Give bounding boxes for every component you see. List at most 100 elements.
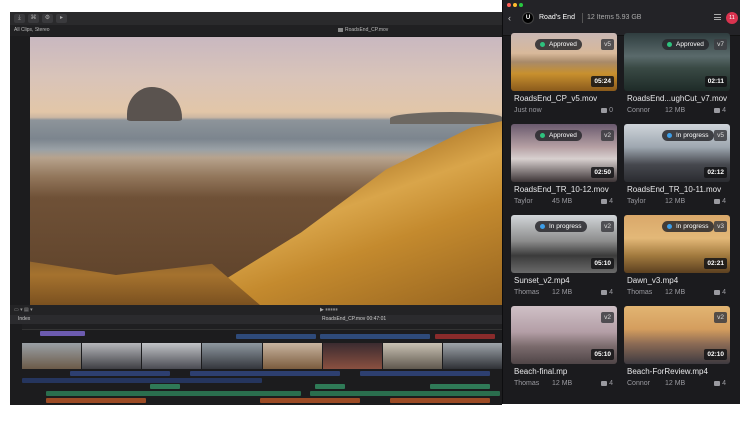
audio-clip-orange-2[interactable] <box>260 398 360 403</box>
asset-card[interactable]: In progress v3 02:21 Dawn_v3.mp4 Thomas 12 MB… <box>624 215 730 303</box>
asset-thumbnail[interactable]: In progress v3 02:21 <box>624 215 730 273</box>
primary-storyline[interactable] <box>22 343 502 369</box>
timeline-ruler[interactable] <box>22 324 502 330</box>
comment-count[interactable]: 4 <box>601 380 613 387</box>
audio-clip-blue-2[interactable] <box>190 371 340 376</box>
sea-rock-shape <box>127 87 182 121</box>
comment-count-value: 4 <box>609 198 613 205</box>
status-dot-icon <box>667 224 672 229</box>
list-menu-icon[interactable] <box>714 14 721 20</box>
storyline-clip[interactable] <box>442 343 502 369</box>
storyline-clip[interactable] <box>382 343 442 369</box>
comment-count[interactable]: 0 <box>601 107 613 114</box>
asset-thumbnail[interactable]: In progress v2 05:10 <box>511 215 617 273</box>
asset-thumbnail[interactable]: Approved v7 02:11 <box>624 33 730 91</box>
version-badge[interactable]: v2 <box>601 312 614 323</box>
comment-count[interactable]: 4 <box>601 198 613 205</box>
asset-thumbnail[interactable]: v2 02:10 <box>624 306 730 364</box>
comment-count[interactable]: 4 <box>601 289 613 296</box>
comment-count-value: 4 <box>722 198 726 205</box>
asset-card[interactable]: Approved v7 02:11 RoadsEnd...ughCut_v7.mov C… <box>624 33 730 121</box>
duration-label: 02:10 <box>704 349 727 360</box>
play-icon[interactable]: ▸ <box>56 14 67 23</box>
zoom-window-dot[interactable] <box>519 3 523 7</box>
storyline-clip[interactable] <box>262 343 322 369</box>
comment-icon <box>601 107 608 113</box>
avatar[interactable]: 11 <box>726 12 738 24</box>
audio-clip-blue-4[interactable] <box>22 378 262 383</box>
asset-thumbnail[interactable]: In progress v5 02:12 <box>624 124 730 182</box>
audio-clip-blue-3[interactable] <box>360 371 490 376</box>
close-window-dot[interactable] <box>507 3 511 7</box>
review-panel: ‹ U Road's End 12 Items 5.93 GB 11 Appro… <box>502 0 740 404</box>
comment-icon <box>601 198 608 204</box>
asset-card[interactable]: In progress v2 05:10 Sunset_v2.mp4 Thomas 12 … <box>511 215 617 303</box>
status-badge[interactable]: Approved <box>662 39 709 50</box>
audio-clip-orange[interactable] <box>46 398 146 403</box>
asset-size: 12 MB <box>665 198 686 205</box>
import-icon[interactable]: ⤓ <box>14 14 25 23</box>
settings-icon[interactable]: ⚙ <box>42 14 53 23</box>
view-options-icon[interactable]: ▭ ▾ ▤ ▾ <box>14 307 33 313</box>
timeline-index-tab[interactable]: Index <box>18 316 30 322</box>
version-badge[interactable]: v2 <box>714 312 727 323</box>
audio-clip-green-3[interactable] <box>430 384 490 389</box>
comment-count[interactable]: 4 <box>714 198 726 205</box>
distant-rocks-shape <box>390 112 502 124</box>
asset-card[interactable]: v2 05:10 Beach-final.mp Thomas 12 MB 4 <box>511 306 617 394</box>
audio-clip-orange-3[interactable] <box>390 398 490 403</box>
storyline-clip[interactable] <box>22 343 82 369</box>
asset-owner: Connor <box>627 107 650 114</box>
asset-size: 45 MB <box>552 198 573 205</box>
asset-card[interactable]: In progress v5 02:12 RoadsEnd_TR_10-11.mov T… <box>624 124 730 212</box>
status-badge[interactable]: In progress <box>662 130 714 141</box>
status-badge[interactable]: Approved <box>535 39 582 50</box>
comment-count[interactable]: 4 <box>714 107 726 114</box>
panel-header: ‹ U Road's End 12 Items 5.93 GB 11 <box>503 0 740 36</box>
audio-clip-green-2[interactable] <box>315 384 345 389</box>
comment-count[interactable]: 4 <box>714 289 726 296</box>
asset-thumbnail[interactable]: v2 05:10 <box>511 306 617 364</box>
status-badge[interactable]: Approved <box>535 130 582 141</box>
storyline-clip[interactable] <box>82 343 142 369</box>
version-badge[interactable]: v3 <box>714 221 727 232</box>
asset-card[interactable]: v2 02:10 Beach-ForReview.mp4 Connor 12 MB 4 <box>624 306 730 394</box>
storyline-clip[interactable] <box>322 343 382 369</box>
comment-count[interactable]: 4 <box>714 380 726 387</box>
comment-count-value: 4 <box>609 289 613 296</box>
audio-clip-green[interactable] <box>150 384 180 389</box>
status-dot-icon <box>540 42 545 47</box>
asset-thumbnail[interactable]: Approved v5 05:24 <box>511 33 617 91</box>
comment-count-value: 4 <box>722 380 726 387</box>
title-clip[interactable] <box>40 331 85 336</box>
storyline-clip[interactable] <box>202 343 262 369</box>
storyline-clip[interactable] <box>142 343 202 369</box>
asset-owner: Thomas <box>627 289 653 296</box>
duration-label: 02:50 <box>591 167 614 178</box>
connected-clip-red[interactable] <box>435 334 495 339</box>
viewer-file-name: RoadsEnd_CP.mov <box>345 27 389 33</box>
audio-clip-green-4[interactable] <box>46 391 301 396</box>
minimize-window-dot[interactable] <box>513 3 517 7</box>
keyword-icon[interactable]: ⌘ <box>28 14 39 23</box>
connected-clip-blue[interactable] <box>236 334 316 339</box>
back-chevron-icon[interactable]: ‹ <box>508 13 511 23</box>
asset-card[interactable]: Approved v5 05:24 RoadsEnd_CP_v5.mov Just no… <box>511 33 617 121</box>
video-viewer[interactable] <box>30 37 502 305</box>
version-badge[interactable]: v5 <box>601 39 614 50</box>
comment-icon <box>601 289 608 295</box>
version-badge[interactable]: v2 <box>601 130 614 141</box>
asset-thumbnail[interactable]: Approved v2 02:50 <box>511 124 617 182</box>
status-badge[interactable]: In progress <box>535 221 587 232</box>
version-badge[interactable]: v2 <box>601 221 614 232</box>
asset-card[interactable]: Approved v2 02:50 RoadsEnd_TR_10-12.mov Tayl… <box>511 124 617 212</box>
version-badge[interactable]: v5 <box>714 130 727 141</box>
version-badge[interactable]: v7 <box>714 39 727 50</box>
audio-clip-green-5[interactable] <box>310 391 500 396</box>
audio-clip-blue[interactable] <box>70 371 170 376</box>
comment-icon <box>714 289 721 295</box>
status-badge[interactable]: In progress <box>662 221 714 232</box>
connected-clip-blue-2[interactable] <box>320 334 430 339</box>
project-meta: 12 Items 5.93 GB <box>582 13 641 23</box>
asset-size: 12 MB <box>665 107 686 114</box>
